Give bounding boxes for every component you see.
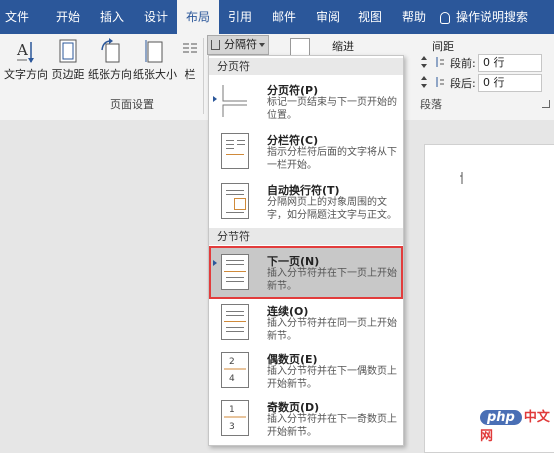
selection-marker-icon [213,96,217,102]
columns-label: 栏 [184,68,196,81]
text-wrapping-icon [221,183,249,219]
margins-label: 页边距 [51,68,85,81]
text-direction-button[interactable]: A 文字方向 [4,34,48,82]
lightbulb-icon [440,11,450,24]
continuous-icon [221,304,249,340]
spacing-label: 间距 [432,40,454,53]
space-before-input[interactable]: 0 行 [478,54,542,72]
svg-text:1: 1 [229,405,235,415]
svg-text:2: 2 [229,357,235,367]
search-label: 操作说明搜索 [456,10,529,24]
text-cursor-icon [460,172,468,184]
breaks-label: 分隔符 [224,38,257,51]
tell-me-search[interactable]: 操作说明搜索 [440,0,528,34]
orientation-label: 纸张方向 [88,68,132,81]
site-watermark: php 中文网 [480,406,554,444]
next-page-icon [221,254,249,290]
size-label: 纸张大小 [133,68,177,81]
even-page-item[interactable]: 24 偶数页(E) 插入分节符并在下一偶数页上开始新节。 [209,347,403,395]
paragraph-group-label: 段落 [420,98,442,111]
odd-page-icon: 13 [221,400,249,436]
dialog-launcher-icon[interactable] [542,100,550,108]
svg-text:3: 3 [229,422,235,432]
tab-file[interactable]: 文件 [0,0,34,34]
orientation-button[interactable]: 纸张方向 [88,34,132,82]
space-before-icon [434,56,444,68]
column-break-desc: 指示分栏符后面的文字将从下一栏开始。 [267,147,397,171]
selection-marker-icon [213,260,217,266]
tab-layout[interactable]: 布局 [177,0,219,34]
breaks-icon [211,40,220,50]
page-setup-group-label: 页面设置 [110,98,154,111]
ribbon-divider [203,38,204,114]
spin-icon [420,75,428,89]
margins-icon [57,38,79,64]
columns-icon [179,38,201,64]
space-after-input[interactable]: 0 行 [478,74,542,92]
space-before-label: 段前: [450,57,476,70]
page-break-item[interactable]: 分页符(P) 标记一页结束与下一页开始的位置。 [209,78,403,128]
next-page-item[interactable]: 下一页(N) 插入分节符并在下一页上开始新节。 [209,246,403,299]
svg-text:4: 4 [229,374,235,384]
spin-icon [420,55,428,69]
tab-review[interactable]: 审阅 [310,0,346,34]
tab-home[interactable]: 开始 [48,0,88,34]
breaks-menu: 分页符 分页符(P) 标记一页结束与下一页开始的位置。 分栏符(C) 指示分栏符… [208,55,404,446]
tab-help[interactable]: 帮助 [396,0,432,34]
text-wrapping-item[interactable]: 自动换行符(T) 分隔网页上的对象周围的文字，如分隔题注文字与正文。 [209,178,403,230]
text-direction-icon: A [15,38,37,64]
next-page-desc: 插入分节符并在下一页上开始新节。 [267,268,397,292]
size-button[interactable]: 纸张大小 [133,34,177,82]
tab-design[interactable]: 设计 [136,0,176,34]
column-break-icon [221,133,249,169]
continuous-item[interactable]: 连续(O) 插入分节符并在同一页上开始新节。 [209,299,403,347]
column-break-item[interactable]: 分栏符(C) 指示分栏符后面的文字将从下一栏开始。 [209,128,403,178]
odd-page-desc: 插入分节符并在下一奇数页上开始新节。 [267,414,397,438]
page-breaks-header: 分页符 [209,58,403,75]
text-wrapping-desc: 分隔网页上的对象周围的文字，如分隔题注文字与正文。 [267,197,397,221]
breaks-dropdown-button[interactable]: 分隔符 [207,35,269,55]
continuous-desc: 插入分节符并在同一页上开始新节。 [267,318,397,342]
columns-button[interactable]: 栏 [178,34,202,82]
orientation-icon [99,38,121,64]
even-page-icon: 24 [221,352,249,388]
indent-label: 缩进 [332,40,354,53]
even-page-desc: 插入分节符并在下一偶数页上开始新节。 [267,366,397,390]
space-after-label: 段后: [450,77,476,90]
tab-view[interactable]: 视图 [352,0,388,34]
margins-button[interactable]: 页边距 [50,34,86,82]
svg-text:A: A [16,41,28,59]
page-break-desc: 标记一页结束与下一页开始的位置。 [267,97,397,121]
tab-mailings[interactable]: 邮件 [266,0,302,34]
paper-size-icon [144,38,166,64]
text-direction-label: 文字方向 [4,68,48,81]
tab-insert[interactable]: 插入 [92,0,132,34]
space-after-icon [434,76,444,88]
tab-references[interactable]: 引用 [222,0,258,34]
chevron-down-icon [259,43,265,47]
ribbon-tab-bar: 文件 开始 插入 设计 布局 引用 邮件 审阅 视图 帮助 操作说明搜索 [0,0,554,34]
page-break-icon [221,83,249,119]
section-breaks-header: 分节符 [209,228,403,245]
watermark-badge: php [480,410,522,425]
odd-page-item[interactable]: 13 奇数页(D) 插入分节符并在下一奇数页上开始新节。 [209,395,403,443]
